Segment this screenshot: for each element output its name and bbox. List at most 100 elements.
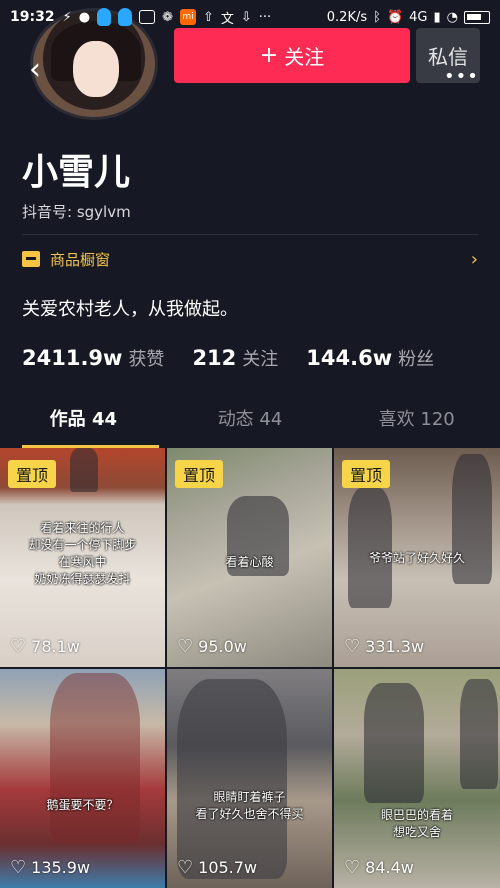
video-thumbnail[interactable]: 置顶 看着来往的行人 却没有一个停下脚步 在寒风中 奶奶冻得瑟瑟发抖 ♡ 78.… xyxy=(0,448,165,667)
caption-line: 奶奶冻得瑟瑟发抖 xyxy=(34,572,131,586)
qq-icon xyxy=(118,8,133,26)
status-bar: 19:32 ⚡ ● ❁ mi ⇧ 文 ⇩ ··· 0.2K/s ᛒ ⏰ 4G ▮… xyxy=(0,0,500,34)
avatar-face xyxy=(73,41,119,97)
app-icon xyxy=(139,10,156,24)
heart-icon: ♡ xyxy=(177,857,194,878)
pinned-badge: 置顶 xyxy=(8,460,57,488)
video-grid: 置顶 看着来往的行人 却没有一个停下脚步 在寒风中 奶奶冻得瑟瑟发抖 ♡ 78.… xyxy=(0,448,500,888)
translate-icon: 文 xyxy=(220,11,234,27)
heart-icon: ♡ xyxy=(10,636,27,657)
wifi-icon: ◔ xyxy=(446,9,458,25)
signal-label: 4G xyxy=(409,9,428,25)
stat-number: 2411.9w xyxy=(22,346,123,370)
tab-dynamics[interactable]: 动态 44 xyxy=(167,400,334,446)
likes-count: 84.4w xyxy=(365,858,414,877)
caption-line: 眼巴巴的看着 xyxy=(380,808,453,822)
status-notification-icons: ⚡ ● ❁ mi ⇧ 文 ⇩ ··· xyxy=(62,8,272,27)
alarm-icon: ⏰ xyxy=(386,9,404,25)
tab-liked[interactable]: 喜欢 120 xyxy=(333,400,500,446)
pinned-badge: 置顶 xyxy=(175,460,224,488)
video-caption: 眼巴巴的看着 想吃又舍 xyxy=(334,807,500,841)
profile-tabs: 作品 44 动态 44 喜欢 120 xyxy=(0,400,500,448)
video-caption: 眼睛盯着裤子 看了好久也舍不得买 xyxy=(167,789,332,823)
thumbnail-figure xyxy=(70,448,98,492)
charging-icon: ⚡ xyxy=(62,9,72,25)
tab-works[interactable]: 作品 44 xyxy=(0,400,167,448)
thumbnail-figure xyxy=(364,683,424,803)
thumbnail-figure xyxy=(50,673,140,843)
video-thumbnail[interactable]: 置顶 看着心酸 ♡ 95.0w xyxy=(167,448,332,667)
video-likes: ♡ 95.0w xyxy=(177,636,247,657)
upload-icon: ⇧ xyxy=(202,9,214,25)
video-thumbnail[interactable]: 置顶 爷爷站了好久好久 ♡ 331.3w xyxy=(334,448,500,667)
shop-icon xyxy=(22,251,40,267)
profile-bio: 关爱农村老人，从我做起。 xyxy=(22,299,238,320)
signal-icon: ▮ xyxy=(433,9,441,25)
battery-icon xyxy=(464,10,490,24)
follow-button[interactable]: + 关注 xyxy=(174,28,410,83)
thumbnail-figure xyxy=(177,679,287,879)
more-icon[interactable]: ••• xyxy=(444,66,479,87)
caption-line: 爷爷站了好久好久 xyxy=(368,551,465,565)
shop-window-row[interactable]: 商品橱窗 › xyxy=(22,246,478,272)
video-likes: ♡ 84.4w xyxy=(344,857,414,878)
caption-line: 鹅蛋要不要？ xyxy=(46,798,119,812)
heart-icon: ♡ xyxy=(10,857,27,878)
likes-count: 78.1w xyxy=(31,637,80,656)
stat-label: 获赞 xyxy=(128,349,165,370)
bluetooth-icon: ᛒ xyxy=(373,9,381,25)
video-caption: 爷爷站了好久好久 xyxy=(334,550,500,567)
caption-line: 眼睛盯着裤子 xyxy=(213,790,286,804)
plus-icon: + xyxy=(259,43,279,68)
caption-line: 却没有一个停下脚步 xyxy=(28,538,137,552)
qq-icon xyxy=(97,8,112,26)
heart-icon: ♡ xyxy=(344,857,361,878)
caption-line: 想吃又舍 xyxy=(392,825,441,839)
profile-name: 小雪儿 xyxy=(22,152,131,193)
more-notifications-icon: ··· xyxy=(258,9,272,25)
thumbnail-figure xyxy=(460,679,498,789)
status-time: 19:32 xyxy=(10,9,55,25)
video-caption: 看着来往的行人 却没有一个停下脚步 在寒风中 奶奶冻得瑟瑟发抖 xyxy=(0,520,165,588)
stat-label: 关注 xyxy=(242,349,279,370)
video-caption: 看着心酸 xyxy=(167,554,332,571)
likes-count: 331.3w xyxy=(365,637,425,656)
profile-stats: 2411.9w 获赞 212 关注 144.6w 粉丝 xyxy=(22,345,462,371)
baidu-icon: ❁ xyxy=(162,9,173,25)
net-speed: 0.2K/s xyxy=(326,9,368,25)
stat-following[interactable]: 212 关注 xyxy=(192,345,278,371)
stat-likes[interactable]: 2411.9w 获赞 xyxy=(22,345,164,371)
back-icon[interactable]: ‹ xyxy=(22,52,48,87)
video-likes: ♡ 331.3w xyxy=(344,636,424,657)
stat-followers[interactable]: 144.6w 粉丝 xyxy=(306,345,434,371)
video-thumbnail[interactable]: 眼睛盯着裤子 看了好久也舍不得买 ♡ 105.7w xyxy=(167,669,332,888)
caption-line: 看了好久也舍不得买 xyxy=(195,807,304,821)
heart-icon: ♡ xyxy=(344,636,361,657)
mi-icon: mi xyxy=(179,9,196,25)
follow-label: 关注 xyxy=(284,45,325,69)
status-system-icons: 0.2K/s ᛒ ⏰ 4G ▮ ◔ xyxy=(327,10,490,25)
thumbnail-figure xyxy=(348,488,392,608)
shop-label: 商品橱窗 xyxy=(50,250,111,269)
caption-line: 看着来往的行人 xyxy=(40,521,125,535)
caption-line: 在寒风中 xyxy=(58,555,107,569)
video-likes: ♡ 105.7w xyxy=(177,857,257,878)
stat-number: 212 xyxy=(192,346,237,370)
video-thumbnail[interactable]: 眼巴巴的看着 想吃又舍 ♡ 84.4w xyxy=(334,669,500,888)
divider xyxy=(22,234,478,235)
pinned-badge: 置顶 xyxy=(342,460,391,488)
video-likes: ♡ 135.9w xyxy=(10,857,90,878)
stat-label: 粉丝 xyxy=(398,349,435,370)
download-icon: ⇩ xyxy=(240,9,252,25)
stat-number: 144.6w xyxy=(306,346,393,370)
heart-icon: ♡ xyxy=(177,636,194,657)
douyin-id: 抖音号: sgylvm xyxy=(22,203,131,221)
likes-count: 105.7w xyxy=(198,858,258,877)
wechat-icon: ● xyxy=(78,9,91,25)
video-caption: 鹅蛋要不要？ xyxy=(0,797,165,814)
likes-count: 95.0w xyxy=(198,637,247,656)
video-thumbnail[interactable]: 鹅蛋要不要？ ♡ 135.9w xyxy=(0,669,165,888)
chevron-right-icon: › xyxy=(470,248,478,270)
likes-count: 135.9w xyxy=(31,858,91,877)
video-likes: ♡ 78.1w xyxy=(10,636,80,657)
